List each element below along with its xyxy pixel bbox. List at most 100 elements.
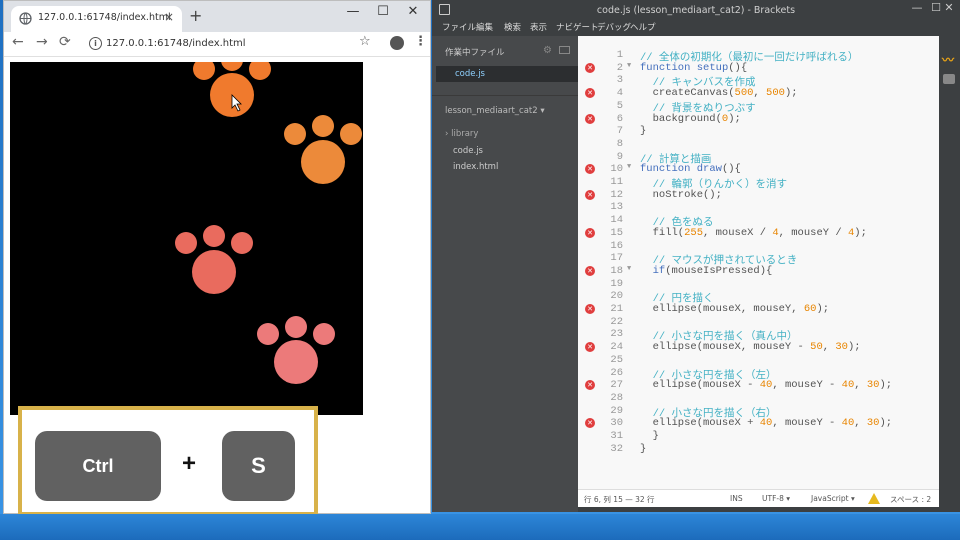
line-number: 5 [616,99,623,112]
sidebar-divider [432,95,578,96]
code-line: 1// 全体の初期化（最初に一回だけ呼ばれる） [578,49,939,64]
code-text: ellipse(mouseX, mouseY, 60); [640,303,830,315]
lint-error-icon[interactable]: ✕ [585,88,595,99]
code-line: 3 // キャンバスを作成 [578,74,939,89]
paw-print-4 [257,316,335,384]
code-line: 13 [578,201,939,214]
line-number: 11 [610,176,623,188]
line-number: 27 [610,379,623,392]
menu-file[interactable]: ファイル [442,21,476,33]
browser-tab-strip: 127.0.0.1:61748/index.html × + — ☐ ✕ [4,1,430,32]
bookmark-star-icon[interactable]: ☆ [359,34,371,49]
encoding-select[interactable]: UTF-8 ▾ [762,494,790,503]
tree-item-code-js[interactable]: code.js [453,146,483,156]
forward-button[interactable]: → [36,34,48,50]
line-number: 8 [616,137,623,150]
fold-arrow-icon[interactable]: ▼ [627,163,631,171]
lint-error-icon[interactable]: ✕ [585,304,595,314]
code-text: ellipse(mouseX - 40, mouseY - 40, 30); [640,379,893,392]
line-number: 1 [616,49,623,61]
lint-error-icon[interactable]: ✕ [585,227,595,238]
new-tab-button[interactable]: + [189,6,202,25]
line-number: 23 [610,328,623,341]
s-key: S [222,431,295,501]
line-number: 3 [616,74,623,87]
menu-edit[interactable]: 編集 [476,21,493,33]
menu-navigate[interactable]: ナビゲート [556,21,599,33]
line-number: 7 [616,125,623,138]
code-line: 22 [578,316,939,329]
fold-arrow-icon[interactable]: ▼ [627,265,631,273]
ctrl-key: Ctrl [35,431,161,501]
code-text: ellipse(mouseX, mouseY - 50, 30); [640,341,861,354]
code-line: ✕ 18 ▼ if(mouseIsPressed){ [578,265,939,278]
line-number: 12 [610,188,623,201]
code-line: ✕ 10 ▼ function draw(){ [578,163,939,176]
menu-find[interactable]: 検索 [504,21,521,33]
menu-view[interactable]: 表示 [530,21,547,33]
globe-icon [19,12,32,25]
code-line: 31 } [578,430,939,443]
line-number: 31 [610,430,623,442]
indent-setting[interactable]: スペース : 2 [890,494,931,505]
lint-error-icon[interactable]: ✕ [585,164,595,175]
code-line: ✕ 30 ellipse(mouseX + 40, mouseY - 40, 30… [578,417,939,430]
gear-icon[interactable]: ⚙ [543,45,552,56]
language-select[interactable]: JavaScript ▾ [811,494,855,503]
live-preview-icon[interactable]: 〰 [942,51,954,68]
menu-debug[interactable]: デバッグ [597,21,631,33]
fold-arrow-icon[interactable]: ▼ [627,62,631,70]
code-text: } [640,125,647,138]
line-number: 2 [616,61,623,74]
extension-manager-icon[interactable] [943,74,955,84]
menu-help[interactable]: ヘルプ [630,21,656,33]
maximize-button[interactable]: ☐ [368,4,398,19]
tree-item-library[interactable]: › library [445,129,478,139]
close-window-button[interactable]: ✕ [398,4,428,19]
line-number: 19 [610,277,623,290]
code-line: ✕ 12 noStroke(); [578,189,939,202]
lint-error-icon[interactable]: ✕ [585,342,595,353]
browser-menu-icon[interactable]: ⋮ [414,34,427,49]
split-view-icon[interactable] [559,46,570,54]
code-text: ellipse(mouseX + 40, mouseY - 40, 30); [640,417,893,430]
brackets-toolbar-right: 〰 [939,36,960,512]
working-file-item[interactable]: code.js [436,66,578,82]
line-number: 26 [610,366,623,379]
lint-error-icon[interactable]: ✕ [585,113,595,124]
brackets-close-button[interactable]: ✕ [938,1,960,14]
p5-canvas[interactable] [10,62,363,415]
line-number: 6 [616,112,623,125]
tree-item-index-html[interactable]: index.html [453,162,498,172]
lint-error-icon[interactable]: ✕ [585,418,595,429]
back-button[interactable]: ← [12,34,24,50]
tab-close-icon[interactable]: × [164,10,174,24]
code-line: ✕ 6 background(0); [578,113,939,126]
info-icon[interactable]: i [89,37,102,50]
lint-error-icon[interactable]: ✕ [585,380,595,391]
code-line: ✕ 15 fill(255, mouseX / 4, mouseY / 4); [578,227,939,240]
lint-error-icon[interactable]: ✕ [585,265,595,276]
address-bar[interactable]: i 127.0.0.1:61748/index.html [83,35,380,55]
code-editor[interactable]: 1// 全体の初期化（最初に一回だけ呼ばれる） ✕ 2 ▼ function setup… [578,36,939,489]
minimize-button[interactable]: — [338,4,368,19]
code-text: } [640,442,647,455]
project-dropdown[interactable]: lesson_mediaart_cat2 ▾ [445,106,545,116]
code-line: 28 [578,392,939,405]
code-line: 26 // 小さな円を描く（左） [578,366,939,382]
insert-mode[interactable]: INS [730,494,743,503]
browser-tab[interactable]: 127.0.0.1:61748/index.html × [11,6,182,32]
paw-print-1 [193,62,271,117]
code-text: background(0); [640,112,741,125]
reload-button[interactable]: ⟳ [59,34,71,50]
warning-icon[interactable] [868,493,880,504]
line-number: 28 [610,391,623,404]
code-line: 16 [578,240,939,253]
lint-error-icon[interactable]: ✕ [585,62,595,73]
account-icon[interactable] [390,36,404,50]
paw-drawing [175,62,362,384]
code-line: 32} [578,443,939,456]
lint-error-icon[interactable]: ✕ [585,189,595,200]
code-text: function setup(){ [640,61,748,74]
code-text: createCanvas(500, 500); [640,87,798,100]
